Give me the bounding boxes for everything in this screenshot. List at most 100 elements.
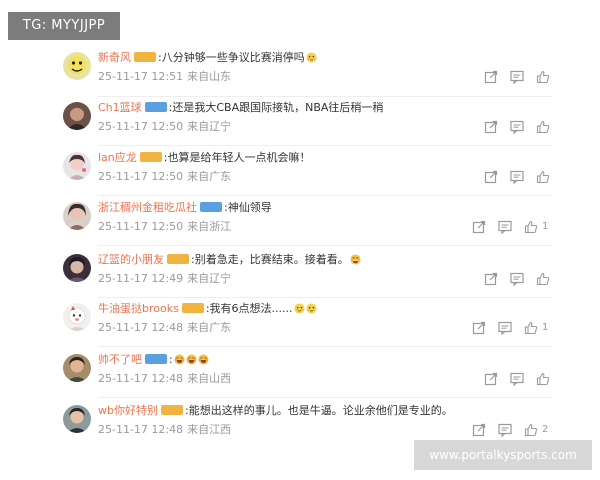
reply-icon[interactable] bbox=[510, 120, 524, 134]
comment-time: 25-11-17 12:50 bbox=[98, 120, 184, 133]
comment-item: lan应龙 :也算是给年轻人一点机会嘛！ 25-11-17 12:50 来自广东 bbox=[0, 147, 600, 199]
reply-icon[interactable] bbox=[498, 321, 512, 335]
like-icon[interactable] bbox=[536, 272, 550, 286]
share-icon[interactable] bbox=[472, 321, 486, 335]
divider bbox=[98, 145, 552, 146]
share-icon[interactable] bbox=[484, 120, 498, 134]
comment-time: 25-11-17 12:50 bbox=[98, 170, 184, 183]
like-icon[interactable] bbox=[524, 220, 538, 234]
avatar[interactable] bbox=[63, 254, 91, 282]
comment-actions bbox=[484, 70, 554, 86]
comment-actions bbox=[484, 170, 554, 186]
like-icon[interactable] bbox=[524, 423, 538, 437]
comment-time: 25-11-17 12:48 bbox=[98, 423, 184, 436]
comment-location: 来自浙江 bbox=[187, 220, 232, 233]
comment-text: :能想出这样的事儿。也是牛逼。论业余他们是专业的。 bbox=[184, 404, 453, 417]
comment-text: :别着急走，比赛结束。接着看。 bbox=[191, 253, 349, 266]
comment-location: 来自辽宁 bbox=[187, 120, 232, 133]
laugh-face-icon bbox=[198, 353, 209, 365]
shy-face-icon bbox=[293, 302, 305, 314]
laugh-face-icon bbox=[174, 353, 185, 365]
comment-time: 25-11-17 12:48 bbox=[98, 372, 184, 385]
site-watermark: www.portalkysports.com bbox=[414, 440, 592, 470]
like-icon[interactable] bbox=[536, 120, 550, 134]
tg-overlay-label: TG: MYYJJPP bbox=[8, 12, 120, 40]
share-icon[interactable] bbox=[472, 220, 486, 234]
username[interactable]: 辽篮的小朋友 bbox=[98, 253, 164, 266]
avatar[interactable] bbox=[63, 303, 91, 331]
comment-actions bbox=[484, 272, 554, 288]
share-icon[interactable] bbox=[484, 372, 498, 386]
comment-item: 浙江稠州金租吃瓜社 :神仙领导 25-11-17 12:50 来自浙江 1 bbox=[0, 198, 600, 250]
comment-text: :八分钟够一些争议比赛消停吗 bbox=[158, 51, 305, 64]
comment-text: :我有6点想法...... bbox=[205, 302, 293, 315]
comment-location: 来自广东 bbox=[187, 321, 232, 334]
comment-actions bbox=[484, 120, 554, 136]
avatar[interactable] bbox=[63, 405, 91, 433]
username[interactable]: lan应龙 bbox=[98, 151, 137, 164]
comment-time: 25-11-17 12:50 bbox=[98, 220, 184, 233]
reply-icon[interactable] bbox=[498, 220, 512, 234]
reply-icon[interactable] bbox=[498, 423, 512, 437]
comment-text: : bbox=[169, 353, 173, 366]
comment-item: 牛油蛋挞brooks :我有6点想法...... 25-11-17 12:48 来自… bbox=[0, 299, 600, 351]
comment-text: :还是我大CBA跟国际接轨，NBA往后稍一稍 bbox=[168, 101, 384, 114]
reply-icon[interactable] bbox=[510, 372, 524, 386]
share-icon[interactable] bbox=[484, 272, 498, 286]
avatar[interactable] bbox=[63, 202, 91, 230]
divider bbox=[98, 297, 552, 298]
avatar[interactable] bbox=[63, 152, 91, 180]
user-badge bbox=[160, 405, 183, 415]
avatar[interactable] bbox=[63, 102, 91, 130]
comment-location: 来自山西 bbox=[187, 372, 232, 385]
user-badge bbox=[144, 102, 167, 112]
comment-actions bbox=[484, 372, 554, 388]
divider bbox=[98, 397, 552, 398]
user-badge bbox=[167, 254, 189, 264]
like-icon[interactable] bbox=[524, 321, 538, 335]
avatar[interactable] bbox=[63, 354, 91, 382]
comment-item: 新奇风 :八分钟够一些争议比赛消停吗 25-11-17 12:51 来自山东 bbox=[0, 46, 600, 98]
comment-location: 来自辽宁 bbox=[187, 272, 232, 285]
username[interactable]: 牛油蛋挞brooks bbox=[98, 302, 179, 315]
comment-actions: 2 bbox=[472, 423, 552, 439]
comment-item: Ch1篮球 :还是我大CBA跟国际接轨，NBA往后稍一稍 25-11-17 12:… bbox=[0, 97, 600, 149]
comment-location: 来自广东 bbox=[187, 170, 232, 183]
comment-time: 25-11-17 12:49 bbox=[98, 272, 184, 285]
username[interactable]: Ch1篮球 bbox=[98, 101, 142, 114]
laugh-face-icon bbox=[186, 353, 197, 365]
like-count: 2 bbox=[542, 424, 549, 435]
comment-time: 25-11-17 12:51 bbox=[98, 70, 184, 83]
comment-location: 来自山东 bbox=[187, 70, 232, 83]
shy-face-icon bbox=[306, 51, 317, 63]
avatar[interactable] bbox=[63, 52, 91, 80]
user-badge bbox=[139, 152, 162, 162]
comment-text: :也算是给年轻人一点机会嘛！ bbox=[163, 151, 311, 164]
comment-time: 25-11-17 12:48 bbox=[98, 321, 184, 334]
like-icon[interactable] bbox=[536, 372, 550, 386]
comment-actions: 1 bbox=[472, 321, 552, 337]
shy-face-icon bbox=[305, 302, 317, 314]
comment-text: :神仙领导 bbox=[224, 201, 272, 214]
user-badge bbox=[200, 202, 222, 212]
share-icon[interactable] bbox=[484, 70, 498, 84]
reply-icon[interactable] bbox=[510, 272, 524, 286]
username[interactable]: 新奇风 bbox=[98, 51, 131, 64]
reply-icon[interactable] bbox=[510, 170, 524, 184]
comment-item: 辽篮的小朋友 :别着急走，比赛结束。接着看。 25-11-17 12:49 来自辽宁 bbox=[0, 248, 600, 300]
reply-icon[interactable] bbox=[510, 70, 524, 84]
comment-page: 新奇风 :八分钟够一些争议比赛消停吗 25-11-17 12:51 来自山东 Ch1… bbox=[0, 0, 600, 480]
username[interactable]: 浙江稠州金租吃瓜社 bbox=[98, 201, 197, 214]
share-icon[interactable] bbox=[472, 423, 486, 437]
divider bbox=[98, 346, 552, 347]
grin-face-icon bbox=[350, 253, 361, 265]
user-badge bbox=[181, 303, 204, 313]
like-count: 1 bbox=[542, 322, 549, 333]
comment-actions: 1 bbox=[472, 220, 552, 236]
like-icon[interactable] bbox=[536, 70, 550, 84]
divider bbox=[98, 245, 552, 246]
username[interactable]: wb你好特别 bbox=[98, 404, 158, 417]
username[interactable]: 帅不了吧 bbox=[98, 353, 142, 366]
share-icon[interactable] bbox=[484, 170, 498, 184]
like-icon[interactable] bbox=[536, 170, 550, 184]
